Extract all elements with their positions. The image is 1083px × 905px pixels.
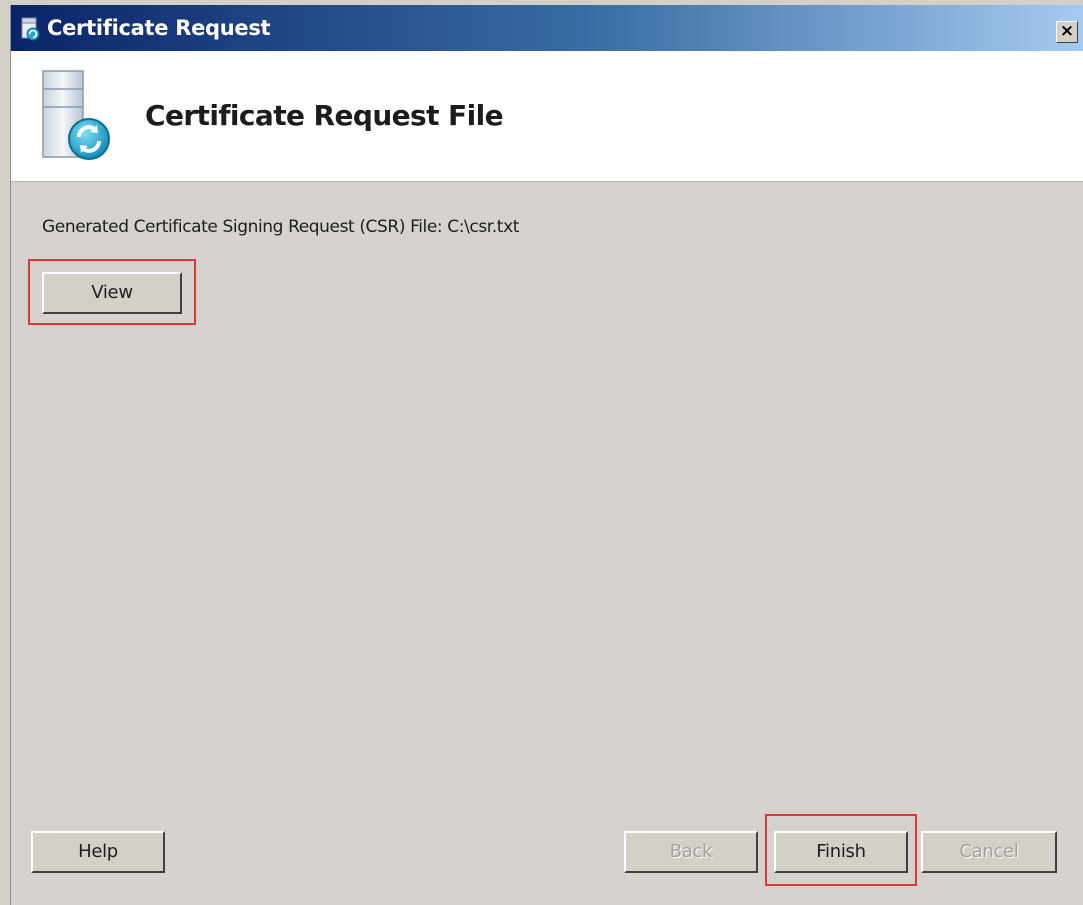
server-refresh-icon (42, 70, 110, 160)
window-title: Certificate Request (47, 16, 271, 40)
finish-button[interactable]: Finish (774, 831, 908, 873)
csr-file-label: Generated Certificate Signing Request (C… (42, 217, 520, 237)
page-title: Certificate Request File (145, 99, 504, 132)
header-banner: Certificate Request File (11, 51, 1083, 182)
certificate-request-icon (21, 17, 40, 41)
close-button[interactable]: × (1056, 21, 1078, 43)
cancel-button[interactable]: Cancel (921, 831, 1057, 873)
view-button[interactable]: View (42, 272, 182, 314)
back-button[interactable]: Back (624, 831, 758, 873)
title-bar[interactable]: Certificate Request × (11, 5, 1083, 51)
help-button[interactable]: Help (31, 831, 165, 873)
certificate-request-dialog: Certificate Request × Certificate Reques… (10, 5, 1083, 905)
